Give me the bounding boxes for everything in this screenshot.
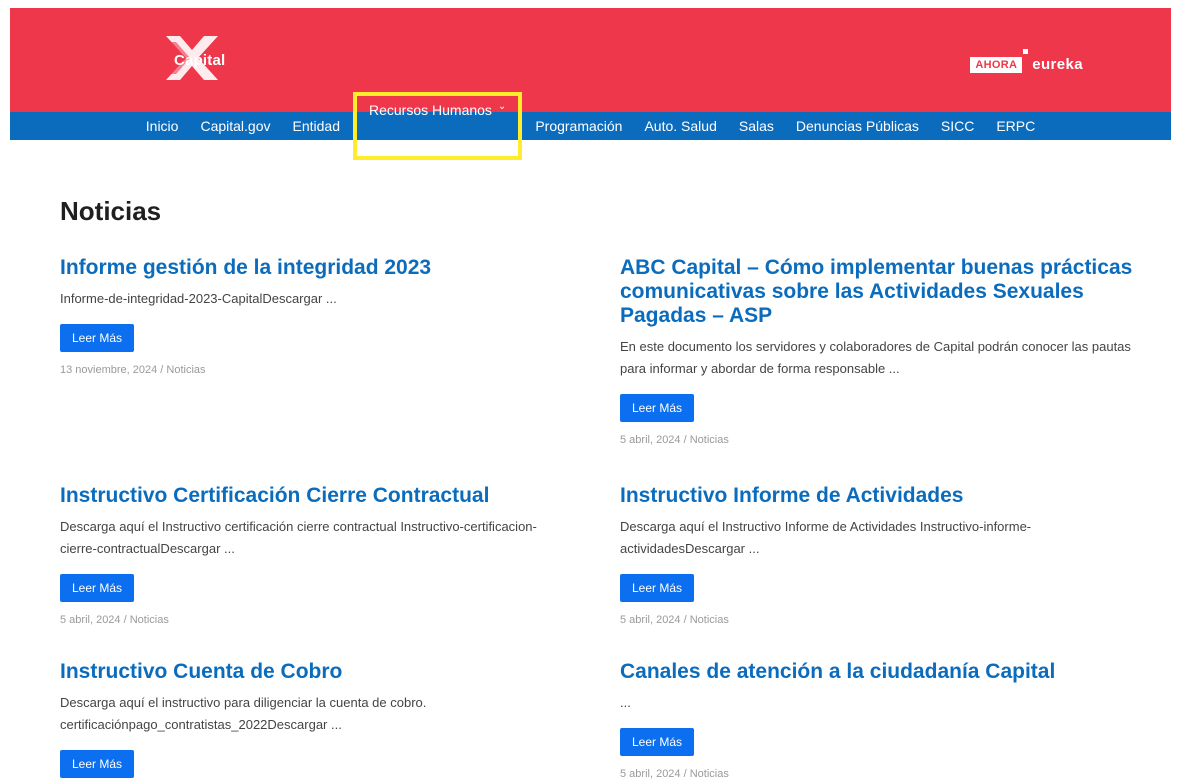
nav-item-programacion[interactable]: Programación — [524, 118, 633, 134]
nav-item-recursos-humanos[interactable]: Recursos Humanos ⌄ — [352, 92, 523, 160]
news-excerpt: Descarga aquí el Instructivo certificaci… — [60, 519, 537, 556]
news-item: Canales de atención a la ciudadanía Capi… — [620, 660, 1140, 780]
ahora-dot-icon — [1023, 48, 1029, 54]
news-title-link[interactable]: Instructivo Informe de Actividades — [620, 484, 1140, 508]
nav-item-erpc[interactable]: ERPC — [985, 118, 1046, 134]
nav-item-label: Programación — [535, 118, 623, 134]
news-title-link[interactable]: Informe gestión de la integridad 2023 — [60, 256, 560, 280]
ahora-logo-text: AHORA — [975, 58, 1018, 71]
news-item: Instructivo Certificación Cierre Contrac… — [60, 484, 560, 626]
nav-item-label: Auto. Salud — [644, 118, 717, 134]
news-item: ABC Capital – Cómo implementar buenas pr… — [620, 256, 1140, 446]
news-item: Informe gestión de la integridad 2023 In… — [60, 256, 560, 376]
chevron-down-icon: ⌄ — [497, 101, 507, 112]
nav-item-capital-gov[interactable]: Capital.gov — [189, 118, 281, 134]
news-excerpt: Informe-de-integridad-2023-CapitalDescar… — [60, 291, 337, 306]
nav-item-label: ERPC — [996, 118, 1036, 134]
news-meta: 13 noviembre, 2024 / Noticias — [60, 364, 206, 376]
news-title-link[interactable]: Canales de atención a la ciudadanía Capi… — [620, 660, 1140, 684]
news-meta: 5 abril, 2024 / Noticias — [620, 768, 729, 780]
news-excerpt: Descarga aquí el instructivo para dilige… — [60, 695, 427, 732]
nav-item-label: Recursos Humanos — [368, 102, 492, 118]
nav-item-label: Inicio — [145, 118, 179, 134]
news-title-link[interactable]: ABC Capital – Cómo implementar buenas pr… — [620, 256, 1140, 328]
read-more-button[interactable]: Leer Más — [60, 324, 135, 352]
page-title: Noticias — [60, 196, 162, 226]
nav-item-salas[interactable]: Salas — [728, 118, 785, 134]
site-header: Capital AHORA eureka — [10, 8, 1171, 112]
read-more-button[interactable]: Leer Más — [60, 574, 135, 602]
read-more-button[interactable]: Leer Más — [620, 574, 695, 602]
nav-item-label: Capital.gov — [200, 118, 271, 134]
news-meta: 5 abril, 2024 / Noticias — [60, 614, 169, 626]
read-more-button[interactable]: Leer Más — [620, 394, 695, 422]
ahora-logo[interactable]: AHORA — [970, 48, 1029, 73]
nav-item-label: SICC — [940, 118, 975, 134]
nav-item-label: Denuncias Públicas — [795, 118, 919, 134]
news-meta: 5 abril, 2024 / Noticias — [620, 614, 729, 626]
read-more-button[interactable]: Leer Más — [620, 728, 695, 756]
nav-item-inicio[interactable]: Inicio — [135, 118, 190, 134]
main-nav: Inicio Capital.gov Entidad Recursos Huma… — [10, 92, 1171, 160]
nav-item-entidad[interactable]: Entidad — [282, 118, 351, 134]
news-title-link[interactable]: Instructivo Cuenta de Cobro — [60, 660, 560, 684]
news-item: Instructivo Informe de Actividades Desca… — [620, 484, 1140, 626]
nav-item-label: Salas — [738, 118, 774, 134]
news-title-link[interactable]: Instructivo Certificación Cierre Contrac… — [60, 484, 560, 508]
nav-item-denuncias-publicas[interactable]: Denuncias Públicas — [785, 118, 930, 134]
partner-logos: AHORA eureka — [970, 48, 1083, 73]
logo-text: Capital — [174, 52, 226, 69]
read-more-button[interactable]: Leer Más — [60, 750, 135, 778]
eureka-logo[interactable]: eureka — [1032, 56, 1083, 73]
news-item: Instructivo Cuenta de Cobro Descarga aqu… — [60, 660, 560, 778]
nav-item-label: Entidad — [292, 118, 340, 134]
nav-item-sicc[interactable]: SICC — [930, 118, 985, 134]
news-meta: 5 abril, 2024 / Noticias — [620, 434, 729, 446]
nav-item-auto-salud[interactable]: Auto. Salud — [633, 118, 727, 134]
news-excerpt: Descarga aquí el Instructivo Informe de … — [620, 519, 1032, 556]
news-excerpt: En este documento los servidores y colab… — [620, 339, 1131, 376]
news-excerpt: ... — [620, 695, 631, 710]
